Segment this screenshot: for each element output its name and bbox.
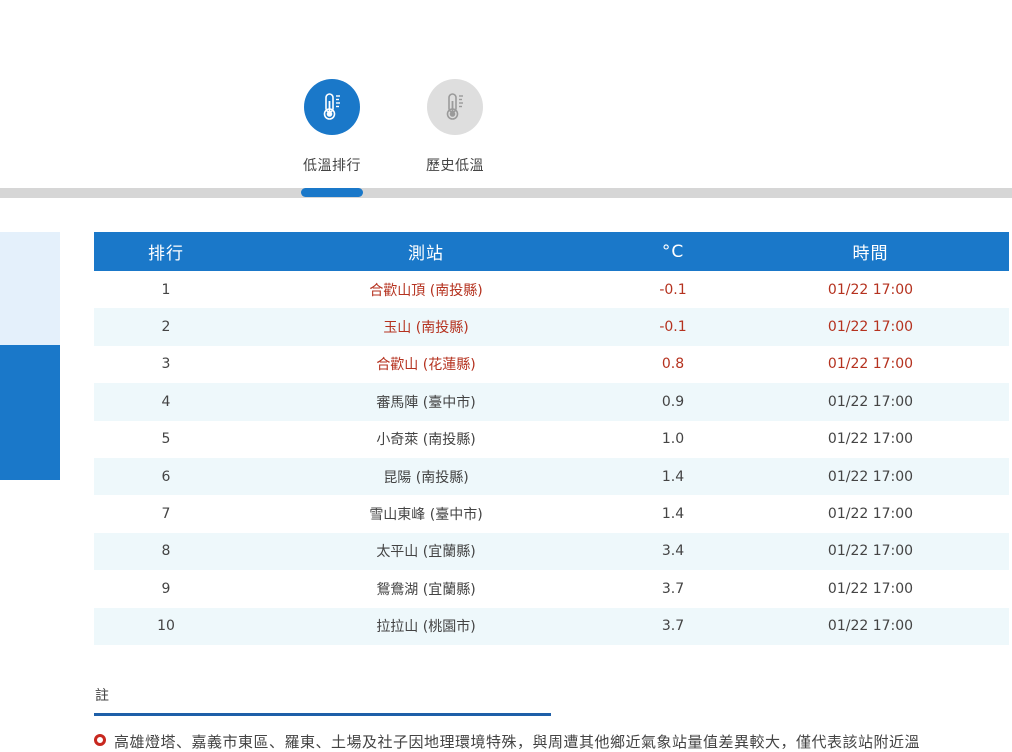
temperature-cell: 0.9 <box>614 383 732 421</box>
time-cell: 01/22 17:00 <box>732 532 1009 571</box>
station-cell[interactable]: 審馬陣 (臺中市) <box>238 383 614 421</box>
time-cell: 01/22 17:00 <box>732 383 1009 421</box>
tab-label: 歷史低溫 <box>426 158 484 174</box>
rank-cell: 10 <box>94 607 238 645</box>
time-cell: 01/22 17:00 <box>827 356 914 373</box>
temperature-cell: 3.4 <box>614 532 732 571</box>
header-time: 時間 <box>732 232 1009 271</box>
side-panel-dark <box>0 345 60 480</box>
tab-icon-circle <box>427 79 483 135</box>
tab-label: 低溫排行 <box>303 158 361 174</box>
station-cell[interactable]: 玉山 (南投縣) <box>238 308 614 346</box>
rank-cell: 7 <box>161 506 171 523</box>
table-row: 6 昆陽 (南投縣) 1.4 01/22 17:00 <box>94 457 1009 496</box>
station-cell[interactable]: 小奇萊 (南投縣) <box>238 421 614 458</box>
note-text: 高雄燈塔、嘉義市東區、羅東、土場及社子因地理環境特殊，與周遭其他鄉近氣象站量值差… <box>114 733 921 751</box>
table-header-row: 排行 測站 °C 時間 <box>94 232 1009 271</box>
tab-icon-circle <box>304 79 360 135</box>
tab-low-temp-ranking[interactable]: 低溫排行 <box>287 79 377 175</box>
table-row: 10 拉拉山 (桃園市) 3.7 01/22 17:00 <box>94 607 1009 645</box>
station-cell[interactable]: 雪山東峰 (臺中市) <box>238 495 614 532</box>
temperature-cell: 1.4 <box>661 506 685 523</box>
rank-cell: 9 <box>161 580 171 597</box>
tab-track <box>0 188 1012 198</box>
table-row: 7 雪山東峰 (臺中市) 1.4 01/22 17:00 <box>94 495 1009 532</box>
time-cell: 01/22 17:00 <box>827 281 914 298</box>
time-cell: 01/22 17:00 <box>732 607 1009 645</box>
notes-divider <box>94 713 551 716</box>
temperature-cell: -0.1 <box>659 281 687 298</box>
temperature-cell: 1.0 <box>661 431 685 448</box>
station-cell[interactable]: 鴛鴦湖 (宜蘭縣) <box>238 570 614 607</box>
thermometer-icon <box>323 93 340 120</box>
station-cell[interactable]: 太平山 (宜蘭縣) <box>238 532 614 571</box>
time-cell: 01/22 17:00 <box>827 431 914 448</box>
table-row: 8 太平山 (宜蘭縣) 3.4 01/22 17:00 <box>94 532 1009 571</box>
rank-cell: 2 <box>94 308 238 346</box>
header-temperature: °C <box>614 232 732 271</box>
temperature-cell: 0.8 <box>661 356 685 373</box>
station-cell[interactable]: 昆陽 (南投縣) <box>238 457 614 496</box>
notes-title: 註 <box>95 688 109 704</box>
rank-cell: 1 <box>161 281 171 298</box>
table-row: 1 合歡山頂 (南投縣) -0.1 01/22 17:00 <box>94 271 1009 308</box>
side-panel-light <box>0 232 60 345</box>
temperature-cell: 3.7 <box>661 580 685 597</box>
bullet-icon <box>94 733 106 746</box>
station-cell[interactable]: 合歡山 (花蓮縣) <box>238 346 614 383</box>
temperature-cell: -0.1 <box>614 308 732 346</box>
rank-cell: 5 <box>161 431 171 448</box>
temperature-cell: 3.7 <box>614 607 732 645</box>
station-cell[interactable]: 拉拉山 (桃園市) <box>238 607 614 645</box>
table-row: 2 玉山 (南投縣) -0.1 01/22 17:00 <box>94 308 1009 346</box>
active-tab-indicator <box>301 188 363 197</box>
rank-cell: 4 <box>94 383 238 421</box>
temperature-cell: 1.4 <box>614 457 732 496</box>
tab-historical-low-temp[interactable]: 歷史低溫 <box>410 79 500 175</box>
table-row: 5 小奇萊 (南投縣) 1.0 01/22 17:00 <box>94 421 1009 458</box>
header-rank: 排行 <box>94 232 238 271</box>
temperature-tabs: 低溫排行 歷史低溫 <box>0 0 1012 200</box>
low-temp-ranking-table: 排行 測站 °C 時間 1 合歡山頂 (南投縣) -0.1 01/22 17:0… <box>94 232 1009 645</box>
table-row: 3 合歡山 (花蓮縣) 0.8 01/22 17:00 <box>94 346 1009 383</box>
rank-cell: 8 <box>94 532 238 571</box>
header-station: 測站 <box>238 232 614 271</box>
rank-cell: 6 <box>94 457 238 496</box>
thermometer-icon <box>446 93 463 120</box>
time-cell: 01/22 17:00 <box>732 457 1009 496</box>
table-row: 4 審馬陣 (臺中市) 0.9 01/22 17:00 <box>94 383 1009 421</box>
time-cell: 01/22 17:00 <box>827 506 914 523</box>
time-cell: 01/22 17:00 <box>827 580 914 597</box>
time-cell: 01/22 17:00 <box>732 308 1009 346</box>
table-row: 9 鴛鴦湖 (宜蘭縣) 3.7 01/22 17:00 <box>94 570 1009 607</box>
station-cell[interactable]: 合歡山頂 (南投縣) <box>238 271 614 308</box>
rank-cell: 3 <box>161 356 171 373</box>
